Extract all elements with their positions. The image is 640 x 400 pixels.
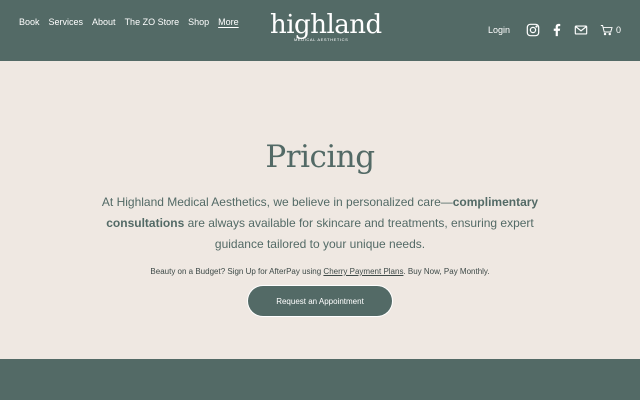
site-logo[interactable]: highland MEDICAL AESTHETICS bbox=[270, 10, 382, 42]
nav-item-book[interactable]: Book bbox=[19, 16, 40, 29]
logo-wordmark: highland bbox=[270, 10, 382, 40]
intro-text: At Highland Medical Aesthetics, we belie… bbox=[90, 192, 550, 255]
mail-icon[interactable] bbox=[574, 23, 588, 37]
pricing-hero: Pricing At Highland Medical Aesthetics, … bbox=[0, 61, 640, 359]
page-title: Pricing bbox=[265, 139, 375, 175]
cart-icon bbox=[600, 25, 613, 36]
nav-item-more[interactable]: More bbox=[218, 16, 239, 29]
main-nav: Book Services About The ZO Store Shop Mo… bbox=[19, 16, 239, 29]
nav-item-zo-store[interactable]: The ZO Store bbox=[125, 16, 180, 29]
budget-text: Beauty on a Budget? Sign Up for AfterPay… bbox=[0, 266, 640, 278]
instagram-icon[interactable] bbox=[526, 23, 540, 37]
nav-item-about[interactable]: About bbox=[92, 16, 116, 29]
nav-item-shop[interactable]: Shop bbox=[188, 16, 209, 29]
cart-button[interactable]: 0 bbox=[600, 24, 621, 36]
intro-text-end: are always available for skincare and tr… bbox=[184, 216, 534, 251]
login-link[interactable]: Login bbox=[488, 25, 510, 35]
nav-item-services[interactable]: Services bbox=[49, 16, 84, 29]
cart-count: 0 bbox=[615, 25, 621, 35]
intro-text-start: At Highland Medical Aesthetics, we belie… bbox=[101, 195, 453, 209]
cherry-payment-link[interactable]: Cherry Payment Plans bbox=[323, 267, 403, 276]
budget-text-end: . Buy Now, Pay Monthly. bbox=[403, 267, 490, 276]
request-appointment-button[interactable]: Request an Appointment bbox=[248, 286, 392, 316]
footer-band bbox=[0, 359, 640, 400]
budget-text-start: Beauty on a Budget? Sign Up for AfterPay… bbox=[150, 267, 324, 276]
facebook-icon[interactable] bbox=[550, 23, 564, 37]
site-header: Book Services About The ZO Store Shop Mo… bbox=[0, 0, 640, 61]
header-actions: Login 0 bbox=[488, 22, 621, 38]
